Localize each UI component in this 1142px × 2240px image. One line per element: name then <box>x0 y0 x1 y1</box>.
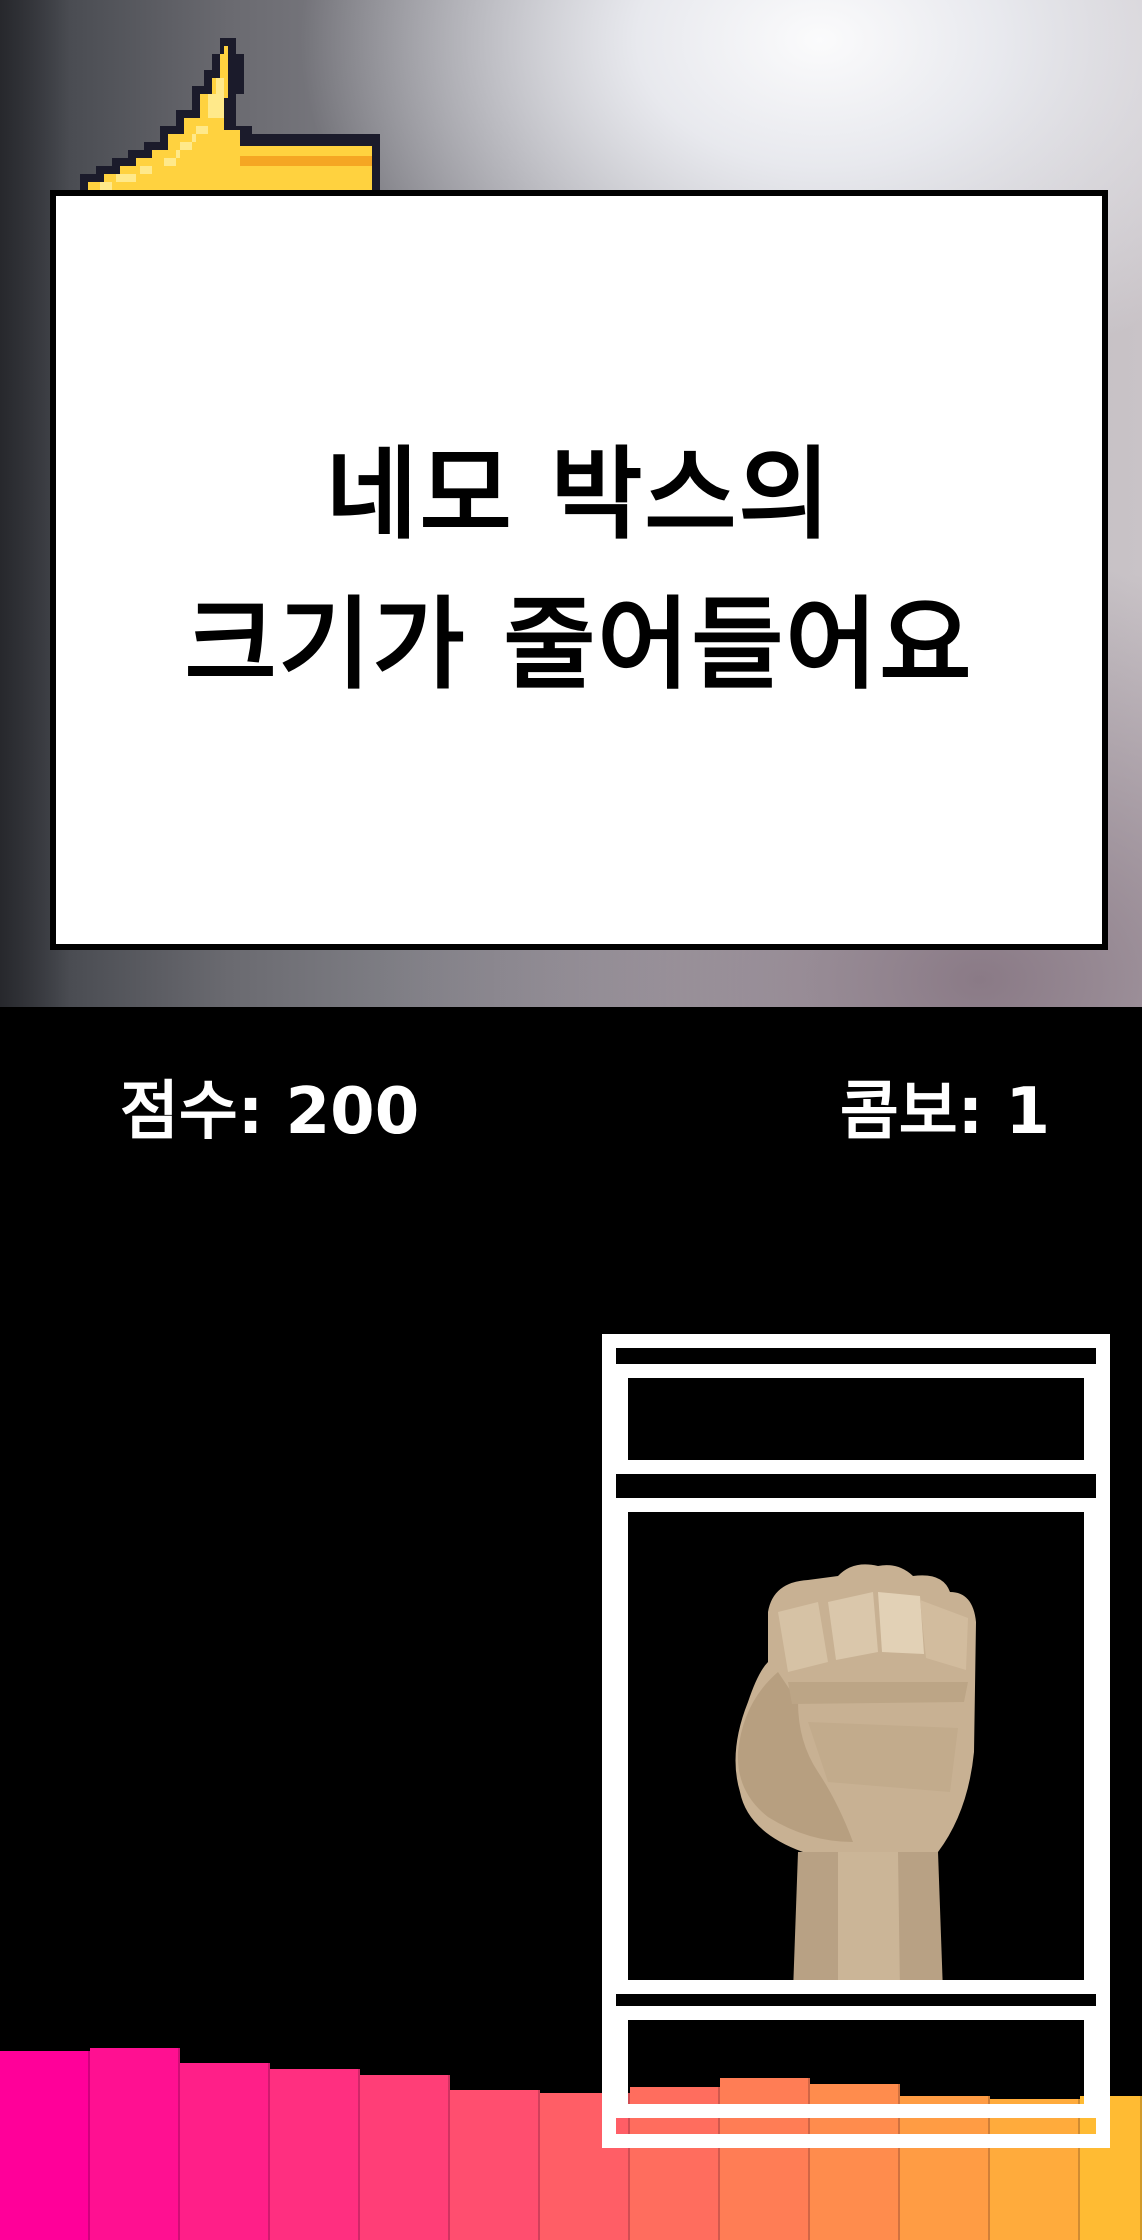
equalizer-bar <box>180 2063 270 2240</box>
score-label: 점수: 200 <box>120 1075 420 1149</box>
equalizer-bar <box>450 2090 540 2240</box>
instruction-line-2: 크기가 줄어들어요 <box>184 586 974 703</box>
instruction-line-1: 네모 박스의 <box>325 436 833 553</box>
target-top-slot <box>614 1364 1098 1474</box>
equalizer-bar <box>360 2075 450 2240</box>
combo-label: 콤보: 1 <box>839 1075 1050 1149</box>
target-bottom-slot <box>614 2006 1098 2118</box>
fist-icon <box>735 1564 976 1980</box>
target-gesture-slot <box>614 1498 1098 1994</box>
equalizer-bar <box>90 2048 180 2240</box>
equalizer-bar <box>270 2069 360 2240</box>
instruction-dialog: 네모 박스의 크기가 줄어들어요 <box>50 190 1108 950</box>
equalizer-bar <box>0 2051 90 2240</box>
